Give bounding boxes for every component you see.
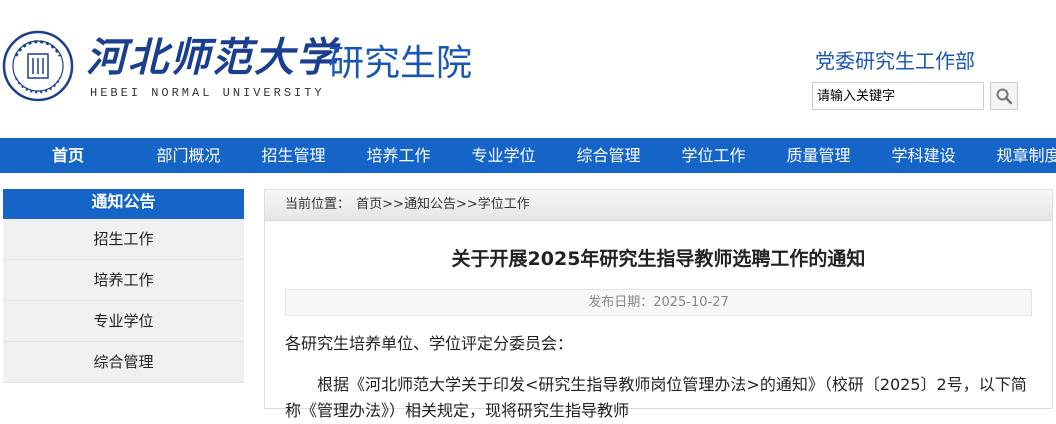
site-header: 河北师范大学 HEBEI NORMAL UNIVERSITY 研究生院 党委研究… [0,0,1056,138]
sidebar-item-admissions[interactable]: 招生工作 [3,219,244,260]
nav-item-professional-degree[interactable]: 专业学位 [451,138,556,173]
logo-university-name-en: HEBEI NORMAL UNIVERSITY [90,86,325,100]
sidebar-item-training[interactable]: 培养工作 [3,260,244,301]
nav-item-general-management[interactable]: 综合管理 [556,138,661,173]
nav-item-home[interactable]: 首页 [0,138,136,173]
sidebar: 通知公告 招生工作 培养工作 专业学位 综合管理 [3,189,244,383]
nav-item-overview[interactable]: 部门概况 [136,138,241,173]
search-input[interactable] [812,82,984,110]
article-body: 各研究生培养单位、学位评定分委员会： 根据《河北师范大学关于印发<研究生指导教师… [265,332,1052,424]
nav-item-admissions[interactable]: 招生管理 [241,138,346,173]
article-salutation: 各研究生培养单位、学位评定分委员会： [285,334,574,353]
site-title[interactable]: 研究生院 [328,42,472,86]
article-panel: 当前位置： 首页>>通知公告>>学位工作 关于开展2025年研究生指导教师选聘工… [264,189,1053,420]
sidebar-title[interactable]: 通知公告 [3,189,244,219]
sidebar-item-professional-degree[interactable]: 专业学位 [3,301,244,342]
sidebar-item-general-management[interactable]: 综合管理 [3,342,244,383]
breadcrumb-label: 当前位置： [285,197,351,212]
nav-item-quality-management[interactable]: 质量管理 [766,138,871,173]
nav-item-discipline-construction[interactable]: 学科建设 [871,138,976,173]
party-work-department-link[interactable]: 党委研究生工作部 [815,45,975,74]
nav-item-degree-work[interactable]: 学位工作 [661,138,766,173]
search-icon [996,88,1013,105]
nav-item-training[interactable]: 培养工作 [346,138,451,173]
nav-item-regulations[interactable]: 规章制度 [976,138,1056,173]
university-seal-icon[interactable] [2,30,74,102]
search-button[interactable] [990,82,1018,110]
logo-university-name[interactable]: 河北师范大学 [86,35,338,81]
main-nav: 首页 部门概况 招生管理 培养工作 专业学位 综合管理 学位工作 质量管理 学科… [0,138,1056,173]
breadcrumb: 当前位置： 首页>>通知公告>>学位工作 [265,190,1052,221]
breadcrumb-path[interactable]: 首页>>通知公告>>学位工作 [356,197,530,212]
article-paragraph: 根据《河北师范大学关于印发<研究生指导教师岗位管理办法>的通知》（校研〔2025… [285,375,1027,420]
article-title: 关于开展2025年研究生指导教师选聘工作的通知 [451,248,866,270]
article-publish-date: 发布日期：2025-10-27 [285,289,1032,316]
